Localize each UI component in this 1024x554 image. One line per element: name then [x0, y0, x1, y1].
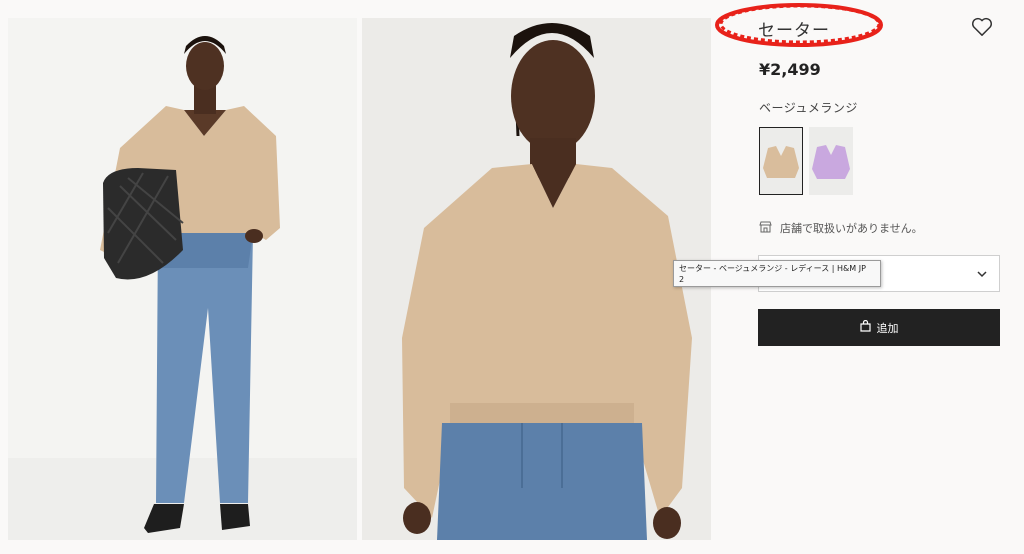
product-photo-closeup[interactable] — [362, 18, 711, 540]
product-title: セーター — [758, 21, 830, 41]
color-name: ベージュメランジ — [759, 101, 858, 115]
add-to-bag-button[interactable]: 追加 — [758, 309, 1000, 346]
swatch-lilac[interactable] — [809, 127, 853, 195]
favorite-heart-icon[interactable] — [971, 17, 995, 39]
product-photo-full-body[interactable] — [8, 18, 357, 540]
add-to-bag-label: 追加 — [876, 321, 899, 335]
product-title-area: セーター — [714, 0, 884, 50]
store-availability: 店舗で取扱いがありません。 — [759, 220, 923, 236]
hover-tooltip: セーター - ベージュメランジ - レディース | H&M JP 2 — [673, 260, 881, 287]
store-availability-text: 店舗で取扱いがありません。 — [780, 222, 923, 235]
product-price: ¥2,499 — [759, 60, 821, 79]
shopping-bag-icon — [859, 319, 871, 335]
swatch-beige[interactable] — [759, 127, 803, 195]
store-icon — [759, 221, 772, 236]
chevron-down-icon — [977, 271, 987, 278]
